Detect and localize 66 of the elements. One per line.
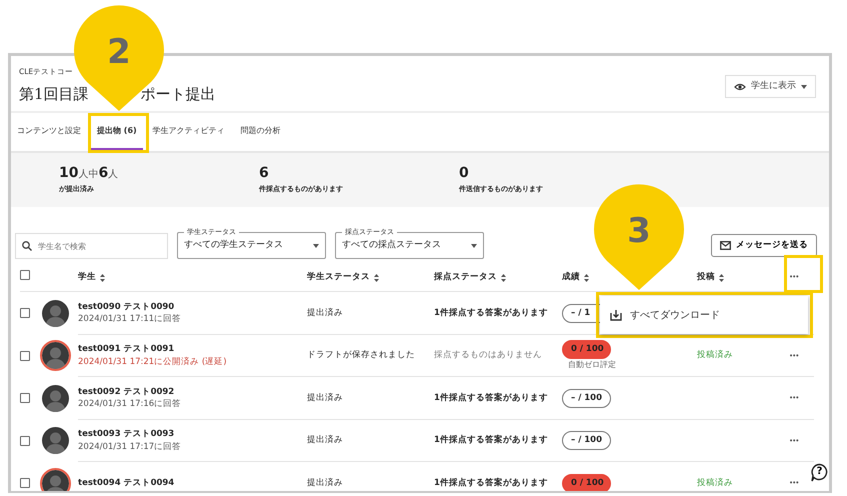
stat-value: 10人中6人 <box>59 164 120 183</box>
grade-pill[interactable]: – / 100 <box>562 388 611 408</box>
student-status: 提出済み <box>307 392 343 405</box>
student-name[interactable]: test0092 テスト0092 <box>78 386 182 398</box>
page-title: ポート提出 <box>140 84 216 106</box>
checkbox[interactable] <box>20 270 30 280</box>
grade-pill[interactable]: 0 / 100 <box>562 474 611 491</box>
column-header[interactable]: 学生ステータス <box>307 271 370 284</box>
help-button[interactable]: ? <box>810 463 829 482</box>
post-status: 投稿済み <box>697 476 733 490</box>
grading-status: 1件採点する答案があります <box>434 476 548 490</box>
stat-value: 0 <box>459 164 470 183</box>
sort-icon <box>100 274 105 282</box>
highlight-frame <box>88 113 149 153</box>
tab[interactable]: コンテンツと設定 <box>11 113 87 151</box>
submission-date: 2024/01/31 17:21に公開済み (遅延) <box>78 356 227 368</box>
post-status: 投稿済み <box>697 349 733 362</box>
eye-icon <box>734 82 746 90</box>
submission-date: 2024/01/31 17:17に回答 <box>78 440 182 454</box>
checkbox[interactable] <box>20 350 30 361</box>
grade-pill[interactable]: 0 / 100 <box>562 340 611 360</box>
step-number: 2 <box>106 31 132 74</box>
student-status: 提出済み <box>307 306 343 320</box>
caret-icon <box>801 84 807 88</box>
checkbox[interactable] <box>20 436 30 446</box>
download-icon <box>610 309 622 321</box>
submission-date: 2024/01/31 17:16に回答 <box>78 398 182 411</box>
envelope-icon <box>720 241 731 250</box>
student-name[interactable]: test0090 テスト0090 <box>78 300 182 314</box>
student-name[interactable]: test0091 テスト0091 <box>78 343 227 356</box>
sort-icon <box>719 274 724 282</box>
show-to-students-button[interactable]: 学生に表示 <box>725 75 816 98</box>
step-number: 3 <box>626 210 652 253</box>
tab[interactable]: 学生アクティビティ <box>146 113 231 151</box>
checkbox[interactable] <box>20 478 30 488</box>
grading-status: 1件採点する答案があります <box>434 392 548 405</box>
column-header[interactable]: 学生 <box>78 271 96 284</box>
submission-date: 2024/01/31 17:11に回答 <box>78 313 182 326</box>
page-title: 第1回目課 <box>19 84 89 106</box>
tab[interactable]: 問題の分析 <box>234 113 287 151</box>
sort-icon <box>584 274 589 282</box>
grade-note: 自動ゼロ評定 <box>568 359 616 372</box>
column-header[interactable]: 成績 <box>562 271 580 284</box>
menu-item[interactable]: すべてダウンロード <box>600 297 808 333</box>
student-status: 提出済み <box>307 434 343 448</box>
checkbox[interactable] <box>20 308 30 318</box>
grading-status: 1件採点する答案があります <box>434 306 548 320</box>
checkbox[interactable] <box>20 393 30 404</box>
grade-pill[interactable]: – / 100 <box>562 431 611 450</box>
caret-icon <box>313 244 319 248</box>
student-status: 提出済み <box>307 476 343 490</box>
student-name[interactable]: test0094 テスト0094 <box>78 476 174 490</box>
grading-status: 採点するものはありません <box>434 349 542 362</box>
send-message-button[interactable]: メッセージを送る <box>711 234 817 257</box>
stat-value: 6 <box>259 164 270 183</box>
sort-icon <box>374 274 379 282</box>
caret-icon <box>471 244 477 248</box>
student-name[interactable]: test0093 テスト0093 <box>78 428 182 441</box>
search-field[interactable]: 学生名で検索 <box>15 233 168 259</box>
grading-status: 1件採点する答案があります <box>434 434 548 448</box>
sort-icon <box>501 274 506 282</box>
column-header[interactable]: 採点ステータス <box>434 271 497 284</box>
filter-value: すべての学生ステータス <box>184 238 283 252</box>
filter-value: すべての採点ステータス <box>342 238 441 252</box>
student-status: ドラフトが保存されました <box>307 349 415 362</box>
column-header[interactable]: 投稿 <box>697 271 715 284</box>
